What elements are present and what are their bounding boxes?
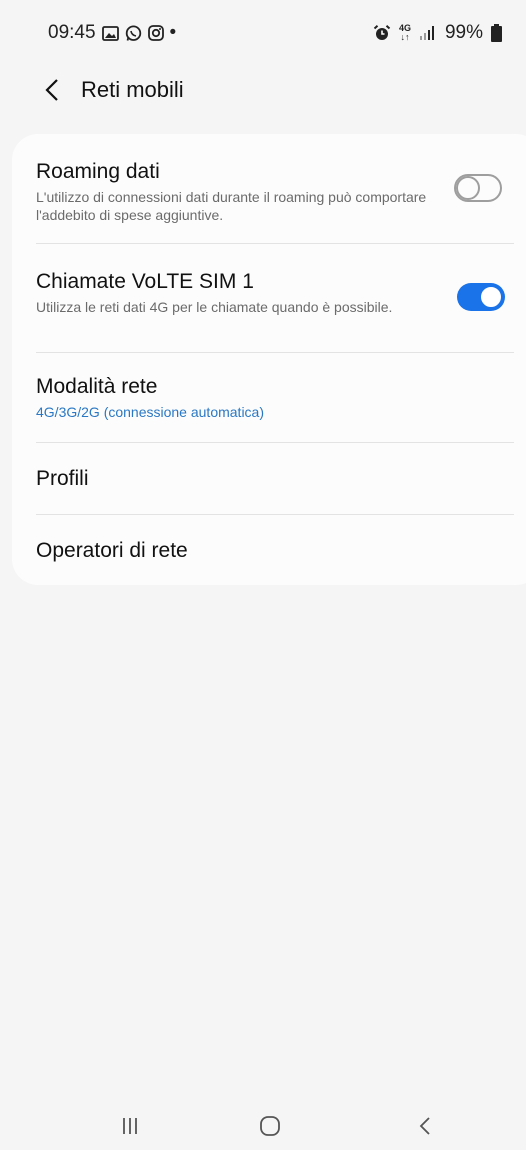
- home-icon: [259, 1115, 281, 1142]
- status-dot: •: [169, 22, 177, 43]
- signal-icon: [419, 26, 437, 40]
- status-right: 4G ↓↑ 99%: [373, 22, 502, 44]
- profiles-item[interactable]: Profili: [36, 466, 514, 492]
- network-mode-value: 4G/3G/2G (connessione automatica): [36, 404, 265, 420]
- toggle-knob: [478, 284, 504, 310]
- home-button[interactable]: [248, 1112, 292, 1144]
- whatsapp-icon: [125, 24, 142, 42]
- recent-apps-icon: [120, 1116, 140, 1141]
- app-bar: Reti mobili: [0, 66, 526, 116]
- chevron-left-icon: [44, 78, 60, 107]
- instagram-icon: [147, 25, 164, 41]
- volte-sim1-toggle[interactable]: [457, 283, 505, 311]
- divider: [36, 514, 514, 515]
- network-mode-title: Modalità rete: [36, 375, 158, 398]
- volte-sim1-description: Utilizza le reti dati 4G per le chiamate…: [36, 299, 393, 315]
- gallery-icon: [101, 25, 119, 41]
- battery-icon: [491, 24, 502, 42]
- roaming-data-toggle[interactable]: [454, 174, 502, 202]
- recent-apps-button[interactable]: [108, 1112, 152, 1144]
- navigation-bar: [0, 1106, 526, 1150]
- data-arrows-icon: 4G ↓↑: [398, 23, 411, 42]
- battery-percent: 99%: [444, 22, 483, 43]
- toggle-knob: [456, 176, 480, 200]
- network-mode-item[interactable]: Modalità rete 4G/3G/2G (connessione auto…: [36, 374, 514, 421]
- divider: [36, 442, 514, 443]
- volte-sim1-title: Chiamate VoLTE SIM 1: [36, 270, 254, 293]
- divider: [36, 243, 514, 244]
- volte-sim1-item[interactable]: Chiamate VoLTE SIM 1 Utilizza le reti da…: [36, 269, 514, 316]
- roaming-data-description: L'utilizzo di connessioni dati durante i…: [36, 189, 427, 223]
- profiles-title: Profili: [36, 467, 89, 490]
- status-bar: 09:45 • 4G ↓↑ 99%: [0, 0, 526, 66]
- divider: [36, 352, 514, 353]
- chevron-left-icon: [418, 1116, 432, 1141]
- back-button[interactable]: [36, 76, 68, 108]
- roaming-data-item[interactable]: Roaming dati L'utilizzo di connessioni d…: [36, 159, 514, 224]
- status-left: 09:45 •: [48, 22, 176, 44]
- settings-card: Roaming dati L'utilizzo di connessioni d…: [12, 134, 526, 585]
- alarm-icon: [373, 24, 391, 42]
- screen: 09:45 • 4G ↓↑ 99% Reti mobili Roaming da…: [0, 0, 526, 1150]
- network-operators-item[interactable]: Operatori di rete: [36, 538, 514, 564]
- roaming-data-title: Roaming dati: [36, 160, 160, 183]
- back-nav-button[interactable]: [403, 1112, 447, 1144]
- status-time: 09:45: [48, 22, 96, 43]
- page-title: Reti mobili: [81, 77, 184, 102]
- network-operators-title: Operatori di rete: [36, 539, 188, 562]
